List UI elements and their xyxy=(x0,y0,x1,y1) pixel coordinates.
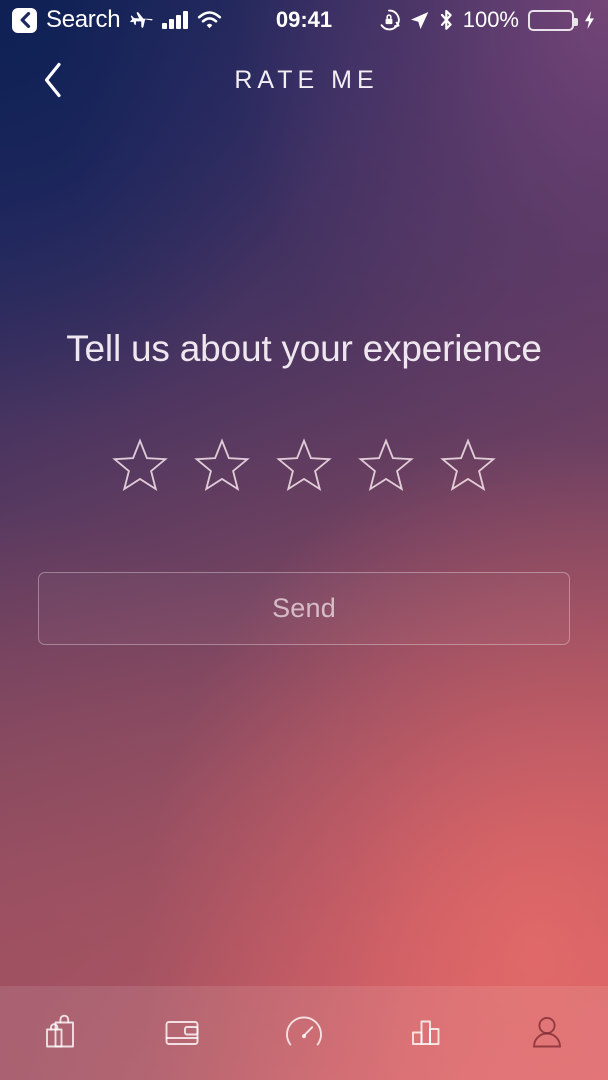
bar-chart-icon xyxy=(411,1020,440,1045)
rating-star-group[interactable] xyxy=(0,437,608,493)
tab-item-shop[interactable] xyxy=(0,986,122,1080)
page-title: RATE ME xyxy=(234,65,379,94)
battery-full-icon xyxy=(528,9,578,31)
rating-star-5[interactable] xyxy=(440,437,496,493)
tab-item-wallet[interactable] xyxy=(122,986,244,1080)
back-button[interactable] xyxy=(30,57,76,103)
rating-star-1[interactable] xyxy=(112,437,168,493)
chevron-left-icon xyxy=(20,12,30,28)
lightning-bolt-icon xyxy=(585,11,594,29)
rotation-lock-icon xyxy=(380,9,400,31)
app-screen: Search 09:41 100% RATE ME Tell us about … xyxy=(0,0,608,1080)
status-carrier-label: Search xyxy=(46,6,121,33)
send-button[interactable]: Send xyxy=(38,572,570,645)
status-back-chip[interactable] xyxy=(12,7,37,33)
rating-star-3[interactable] xyxy=(276,437,332,493)
wallet-icon xyxy=(165,1021,199,1045)
status-bar: Search 09:41 100% xyxy=(0,0,608,40)
bottom-tab-bar xyxy=(0,986,608,1080)
location-arrow-icon xyxy=(410,11,429,29)
tab-item-stats[interactable] xyxy=(365,986,487,1080)
battery-percent-label: 100% xyxy=(462,7,519,32)
background-tint-bottom-right xyxy=(0,0,608,1080)
rating-star-2[interactable] xyxy=(194,437,250,493)
shopping-bags-icon xyxy=(45,1014,74,1048)
headline-text: Tell us about your experience xyxy=(66,328,542,369)
tab-item-profile[interactable] xyxy=(486,986,608,1080)
rating-star-4[interactable] xyxy=(358,437,414,493)
speedometer-icon xyxy=(286,1016,322,1046)
wifi-icon xyxy=(197,10,221,28)
airplane-mode-icon xyxy=(130,12,153,28)
status-bar-right: 100% xyxy=(378,7,596,33)
bluetooth-icon xyxy=(440,9,452,30)
tab-item-dashboard[interactable] xyxy=(243,986,365,1080)
chevron-left-icon xyxy=(44,62,61,98)
person-icon xyxy=(533,1016,562,1048)
navigation-bar: RATE ME xyxy=(0,40,608,120)
cellular-signal-icon xyxy=(162,11,188,29)
status-bar-left: Search xyxy=(12,6,222,33)
